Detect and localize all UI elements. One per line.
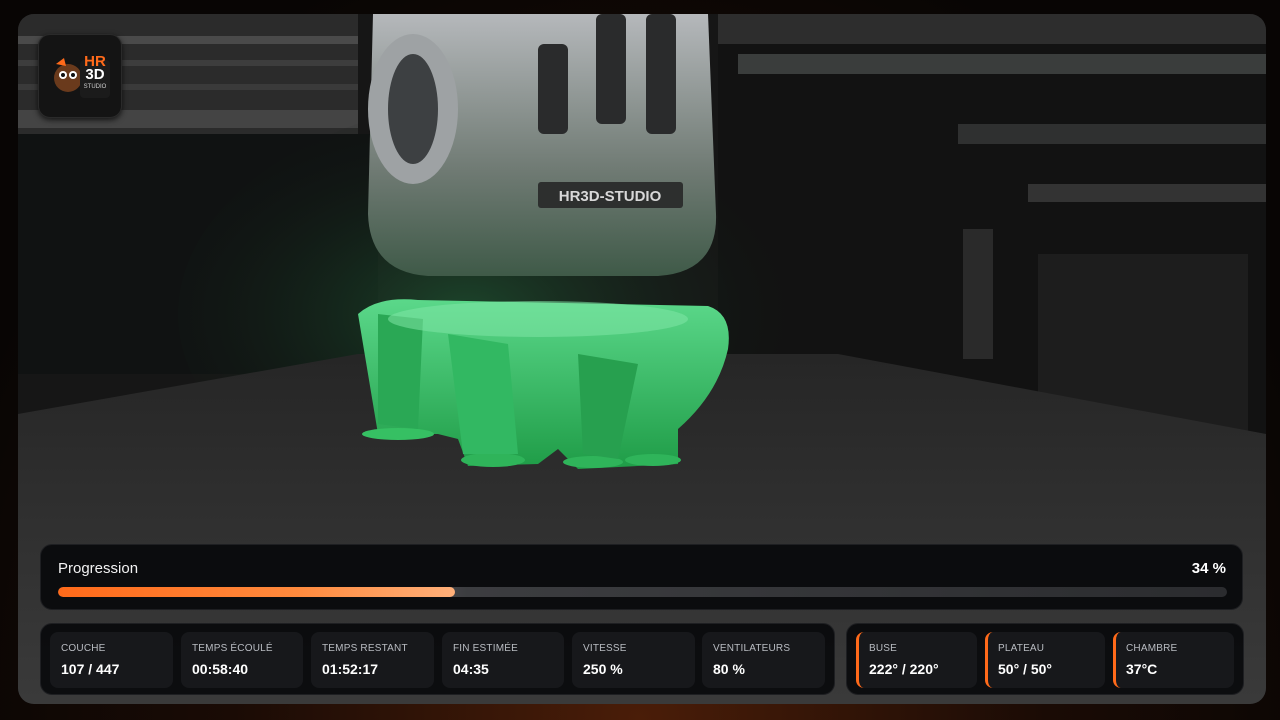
- stat-label: FIN ESTIMÉE: [453, 643, 518, 654]
- stat-card-elapsed: TEMPS ÉCOULÉ 00:58:40: [181, 632, 303, 688]
- stat-card-eta: FIN ESTIMÉE 04:35: [442, 632, 564, 688]
- progress-panel: Progression 34 %: [40, 544, 1243, 610]
- progress-bar-fill: [58, 587, 456, 597]
- progress-percent: 34 %: [1191, 560, 1226, 577]
- stat-value: 250 %: [583, 661, 623, 677]
- stat-label: TEMPS ÉCOULÉ: [192, 643, 273, 654]
- stat-label: VITESSE: [583, 643, 627, 654]
- temp-value: 37°C: [1126, 661, 1158, 677]
- stat-value: 80 %: [713, 661, 745, 677]
- progress-label: Progression: [58, 560, 139, 577]
- hr3d-studio-logo: HR 3D STUDIO: [38, 34, 122, 118]
- temp-card-chamber: CHAMBRE 37°C: [1113, 632, 1234, 688]
- stat-value: 107 / 447: [61, 661, 120, 677]
- temp-card-bed: PLATEAU 50° / 50°: [985, 632, 1105, 688]
- temperature-panel: BUSE 222° / 220° PLATEAU 50° / 50° CHAMB…: [846, 623, 1244, 695]
- temp-value: 50° / 50°: [998, 661, 1053, 677]
- print-stats-panel: COUCHE 107 / 447 TEMPS ÉCOULÉ 00:58:40 T…: [40, 623, 835, 695]
- stat-card-remaining: TEMPS RESTANT 01:52:17: [311, 632, 434, 688]
- temp-label: PLATEAU: [998, 643, 1045, 654]
- temp-card-nozzle: BUSE 222° / 220°: [856, 632, 977, 688]
- stat-card-fans: VENTILATEURS 80 %: [702, 632, 825, 688]
- stat-label: TEMPS RESTANT: [322, 643, 408, 654]
- logo-text-small: STUDIO: [83, 84, 107, 90]
- temp-label: BUSE: [869, 643, 898, 654]
- stat-card-layer: COUCHE 107 / 447: [50, 632, 173, 688]
- stat-label: COUCHE: [61, 643, 106, 654]
- stat-label: VENTILATEURS: [713, 643, 791, 654]
- logo-text-bottom: 3D: [85, 66, 105, 83]
- temp-label: CHAMBRE: [1126, 643, 1178, 654]
- stat-value: 00:58:40: [192, 661, 249, 677]
- progress-bar: [58, 587, 1227, 597]
- stat-card-speed: VITESSE 250 %: [572, 632, 695, 688]
- stat-value: 04:35: [453, 661, 489, 677]
- stat-value: 01:52:17: [322, 661, 379, 677]
- nozzle-label: HR3D-STUDIO: [559, 188, 662, 205]
- temp-value: 222° / 220°: [869, 661, 939, 677]
